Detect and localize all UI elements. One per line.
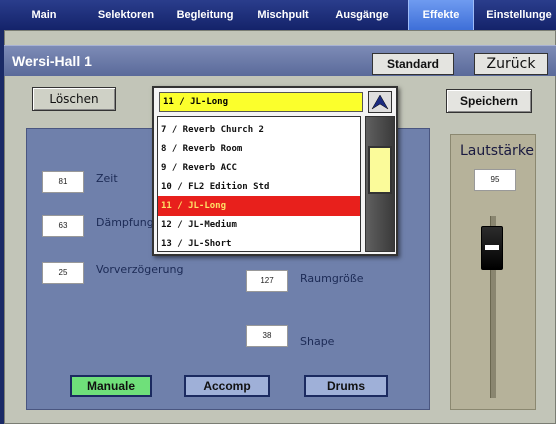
shape-value[interactable]: 38 [246, 325, 288, 347]
daempfung-label: Dämpfung [96, 216, 152, 229]
preset-dropdown: 11 / JL-Long 7 / Reverb Church 2 8 / Rev… [152, 86, 398, 256]
zeit-label: Zeit [96, 172, 118, 185]
list-item[interactable]: 10 / FL2 Edition Std [158, 177, 360, 197]
list-item[interactable]: 8 / Reverb Room [158, 139, 360, 159]
accomp-button[interactable]: Accomp [184, 375, 270, 397]
zeit-value[interactable]: 81 [42, 171, 84, 193]
tab-begleitung[interactable]: Begleitung [168, 0, 242, 30]
daempfung-value[interactable]: 63 [42, 215, 84, 237]
tab-mischpult[interactable]: Mischpult [250, 0, 316, 30]
standard-button[interactable]: Standard [372, 53, 454, 75]
list-item[interactable]: 12 / JL-Medium [158, 215, 360, 235]
tab-effekte[interactable]: Effekte [408, 0, 474, 30]
volume-label: Lautstärke [459, 143, 535, 159]
raumgroesse-value[interactable]: 127 [246, 270, 288, 292]
tab-einstellungen[interactable]: Einstellunge [482, 0, 556, 30]
volume-slider-handle[interactable] [481, 226, 503, 270]
list-item-selected[interactable]: 11 / JL-Long [158, 196, 360, 216]
tab-ausgaenge[interactable]: Ausgänge [326, 0, 398, 30]
tab-selektoren[interactable]: Selektoren [88, 0, 164, 30]
volume-value[interactable]: 95 [474, 169, 516, 191]
dropdown-toggle-button[interactable] [368, 91, 392, 113]
list-item[interactable]: 13 / JL-Short [158, 234, 360, 251]
list-item[interactable]: 7 / Reverb Church 2 [158, 120, 360, 140]
back-button[interactable]: Zurück [474, 53, 548, 75]
raumgroesse-label: Raumgröße [300, 272, 364, 285]
manuale-button[interactable]: Manuale [70, 375, 152, 397]
page-title: Wersi-Hall 1 [12, 53, 92, 69]
save-button[interactable]: Speichern [446, 89, 532, 113]
dropdown-list[interactable]: 7 / Reverb Church 2 8 / Reverb Room 9 / … [157, 116, 361, 252]
list-item[interactable]: 9 / Reverb ACC [158, 158, 360, 178]
delete-button[interactable]: Löschen [32, 87, 116, 111]
dropdown-current-value[interactable]: 11 / JL-Long [159, 92, 363, 112]
shape-label: Shape [300, 335, 335, 348]
tab-main[interactable]: Main [14, 0, 74, 30]
drums-button[interactable]: Drums [304, 375, 388, 397]
vorverzoegerung-label: Vorverzögerung [96, 263, 184, 276]
arrow-up-icon [371, 94, 389, 110]
tab-bar: Main Selektoren Begleitung Mischpult Aus… [0, 0, 556, 30]
vorverzoegerung-value[interactable]: 25 [42, 262, 84, 284]
dropdown-scroll-thumb[interactable] [368, 146, 392, 194]
